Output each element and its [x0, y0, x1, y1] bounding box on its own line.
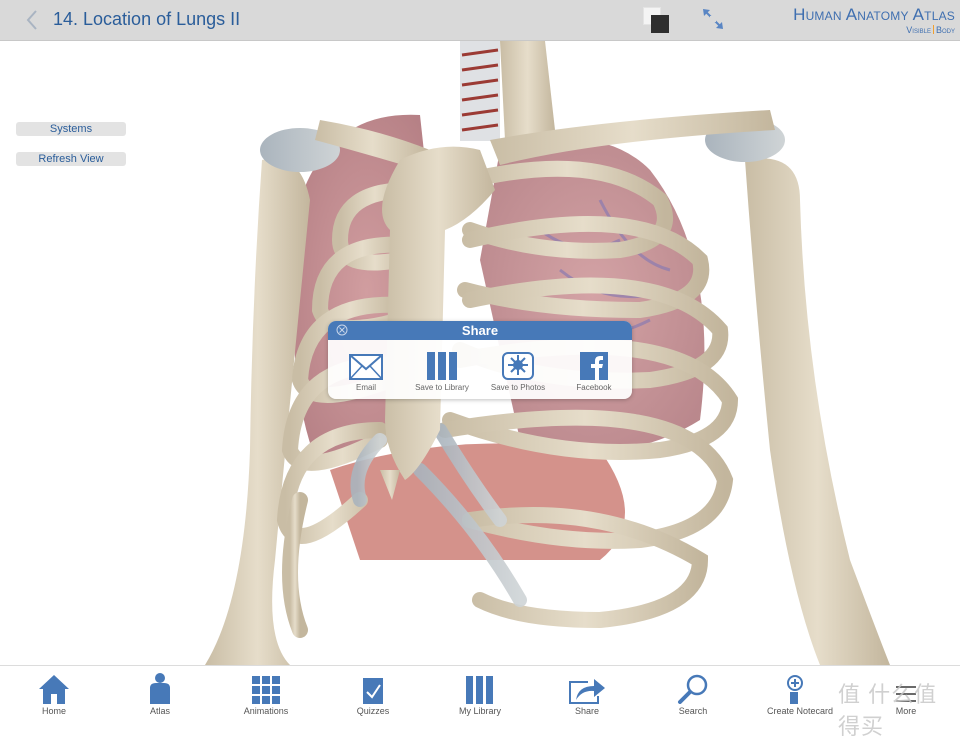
library-icon	[427, 352, 457, 380]
close-icon[interactable]	[336, 324, 348, 336]
systems-button[interactable]: Systems	[16, 122, 126, 136]
bottom-tab-bar: Home Atlas Animations Quizzes My Library	[0, 665, 960, 721]
watermark: 值 什么值得买	[838, 682, 938, 739]
tab-atlas[interactable]: Atlas	[115, 666, 205, 716]
share-header: Share	[328, 321, 632, 340]
app-logo: Human Anatomy Atlas Visible Body	[793, 5, 955, 36]
tab-home[interactable]: Home	[9, 666, 99, 716]
envelope-icon	[349, 354, 383, 380]
brand-subtitle: Visible Body	[793, 25, 955, 35]
back-chevron-icon[interactable]	[22, 8, 44, 32]
facebook-icon	[580, 352, 608, 380]
share-facebook-button[interactable]: Facebook	[558, 350, 630, 392]
tab-home-label: Home	[41, 706, 66, 716]
refresh-view-button[interactable]: Refresh View	[16, 152, 126, 166]
share-popup: Share Email Save to Library Save to Phot…	[328, 321, 632, 399]
tab-create-notecard[interactable]: Create Notecard	[755, 666, 845, 716]
tab-share-label: Share	[574, 706, 600, 716]
share-icon	[569, 679, 605, 704]
share-title: Share	[461, 323, 499, 338]
notecard-icon	[787, 675, 803, 704]
top-bar: 14. Location of Lungs II Human Anatomy A…	[0, 0, 960, 41]
tab-quizzes[interactable]: Quizzes	[328, 666, 418, 716]
tab-my-library-label: My Library	[458, 706, 501, 716]
tab-search-label: Search	[678, 706, 708, 716]
tab-create-notecard-label: Create Notecard	[766, 706, 834, 716]
photos-icon	[502, 352, 534, 380]
brand-title: Human Anatomy Atlas	[793, 5, 955, 24]
search-icon	[678, 674, 708, 704]
tab-animations[interactable]: Animations	[221, 666, 311, 716]
tab-search[interactable]: Search	[648, 666, 738, 716]
home-icon	[39, 675, 69, 704]
person-icon	[150, 673, 170, 704]
share-save-library-label: Save to Library	[415, 383, 469, 392]
share-save-library-button[interactable]: Save to Library	[406, 350, 478, 392]
brand-sub-right: Body	[935, 25, 955, 35]
cervical-spine	[500, 41, 555, 140]
tab-animations-label: Animations	[243, 706, 289, 716]
layers-toggle-icon[interactable]	[643, 7, 671, 35]
brand-sub-left: Visible	[906, 25, 931, 35]
share-save-photos-label: Save to Photos	[490, 383, 546, 392]
page-title: 14. Location of Lungs II	[53, 9, 241, 29]
grid-icon	[252, 676, 280, 704]
fullscreen-arrows-icon[interactable]	[700, 6, 726, 32]
tab-share[interactable]: Share	[542, 666, 632, 716]
share-facebook-label: Facebook	[576, 383, 612, 392]
share-save-photos-button[interactable]: Save to Photos	[482, 350, 554, 392]
tab-atlas-label: Atlas	[149, 706, 170, 716]
tab-quizzes-label: Quizzes	[356, 706, 390, 716]
share-email-button[interactable]: Email	[330, 350, 402, 392]
library-icon	[466, 676, 493, 704]
checkbox-icon	[363, 678, 383, 704]
share-email-label: Email	[355, 383, 376, 392]
right-humerus	[745, 158, 890, 665]
tab-my-library[interactable]: My Library	[435, 666, 525, 716]
